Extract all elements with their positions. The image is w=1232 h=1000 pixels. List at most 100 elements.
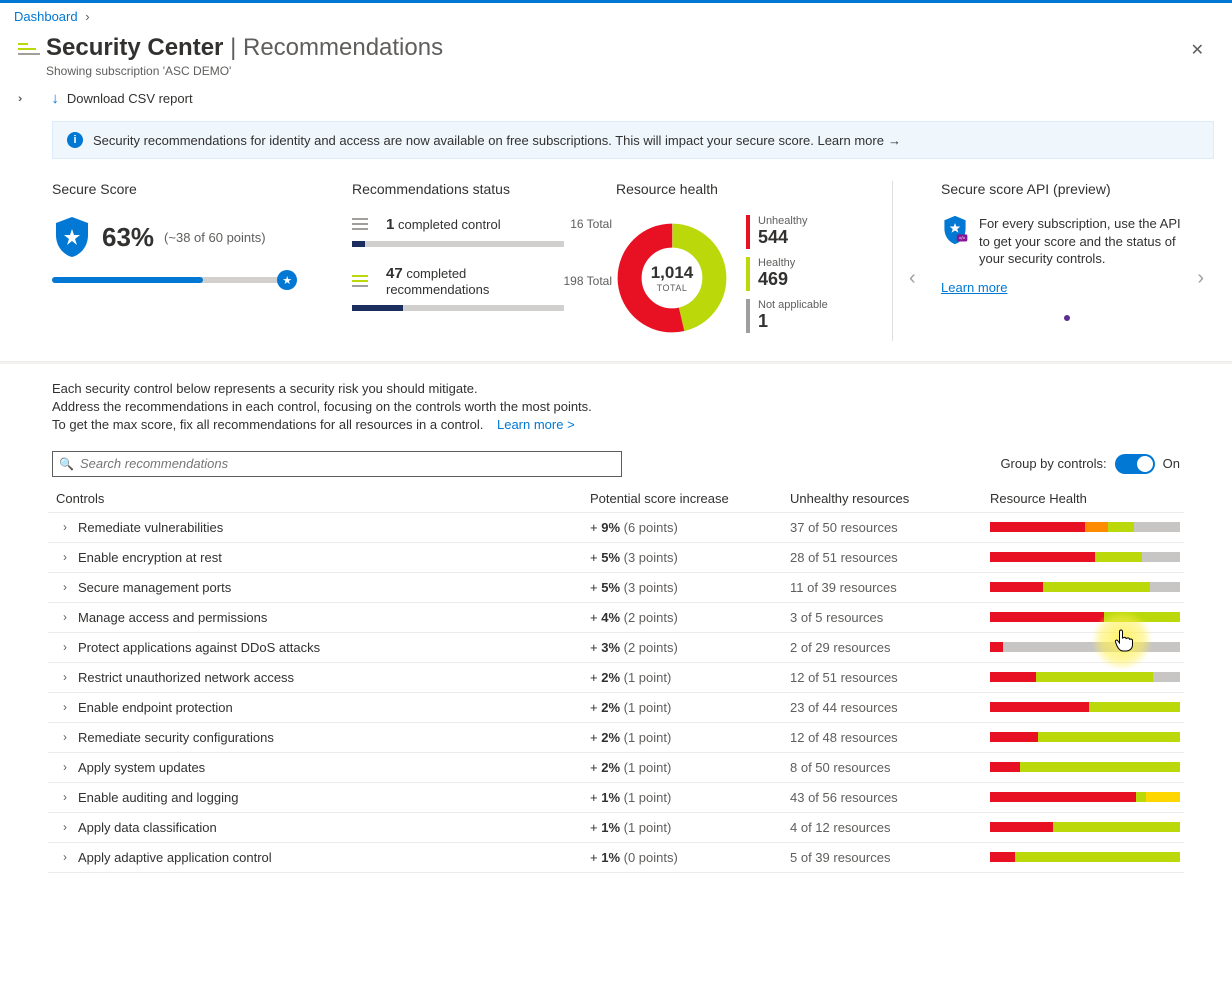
carousel-next-icon[interactable]: ›: [1197, 267, 1204, 290]
control-name: Secure management ports: [78, 580, 590, 595]
info-banner: i Security recommendations for identity …: [52, 121, 1214, 159]
unhealthy-resources: 12 of 48 resources: [790, 730, 990, 745]
group-toggle[interactable]: [1115, 454, 1155, 474]
chevron-right-icon[interactable]: ›: [52, 670, 78, 684]
chevron-right-icon[interactable]: ›: [52, 640, 78, 654]
breadcrumb: Dashboard ›: [0, 3, 1232, 28]
table-row[interactable]: ›Remediate vulnerabilities+ 9% (6 points…: [48, 513, 1184, 543]
info-icon: i: [67, 132, 83, 148]
table-row[interactable]: ›Apply adaptive application control+ 1% …: [48, 843, 1184, 873]
potential-score-increase: + 2% (1 point): [590, 670, 790, 685]
healthy-count: 469: [758, 269, 795, 290]
table-row[interactable]: ›Enable auditing and logging+ 1% (1 poin…: [48, 783, 1184, 813]
control-name: Apply data classification: [78, 820, 590, 835]
breadcrumb-dashboard[interactable]: Dashboard: [14, 9, 78, 24]
chevron-right-icon[interactable]: ›: [52, 700, 78, 714]
svg-text:</>: </>: [959, 236, 966, 241]
chevron-right-icon[interactable]: ›: [52, 760, 78, 774]
rec-status-title: Recommendations status: [352, 181, 612, 197]
potential-score-increase: + 3% (2 points): [590, 640, 790, 655]
chevron-right-icon[interactable]: ›: [52, 580, 78, 594]
expand-chevrons-icon[interactable]: ››: [18, 93, 19, 105]
controls-progress-bar: [352, 241, 564, 247]
chevron-right-icon[interactable]: ›: [52, 820, 78, 834]
chevron-right-icon[interactable]: ›: [52, 850, 78, 864]
unhealthy-resources: 8 of 50 resources: [790, 760, 990, 775]
api-learn-more-link[interactable]: Learn more: [941, 280, 1007, 295]
unhealthy-resources: 12 of 51 resources: [790, 670, 990, 685]
col-psi[interactable]: Potential score increase: [590, 491, 790, 506]
chevron-right-icon[interactable]: ›: [52, 610, 78, 624]
table-row[interactable]: ›Remediate security configurations+ 2% (…: [48, 723, 1184, 753]
col-health[interactable]: Resource Health: [990, 491, 1180, 506]
potential-score-increase: + 2% (1 point): [590, 700, 790, 715]
control-name: Remediate vulnerabilities: [78, 520, 590, 535]
chevron-right-icon[interactable]: ›: [52, 790, 78, 804]
health-total-label: TOTAL: [657, 283, 688, 293]
carousel-prev-icon[interactable]: ‹: [909, 267, 916, 290]
recommendations-icon: [18, 40, 46, 58]
arrow-right-icon[interactable]: →: [888, 133, 901, 148]
potential-score-increase: + 5% (3 points): [590, 550, 790, 565]
unhealthy-resources: 3 of 5 resources: [790, 610, 990, 625]
col-unhealthy[interactable]: Unhealthy resources: [790, 491, 990, 506]
potential-score-increase: + 1% (0 points): [590, 850, 790, 865]
health-legend: Unhealthy544 Healthy469 Not applicable1: [746, 215, 828, 341]
secure-score-bar: ★: [52, 277, 292, 283]
unhealthy-resources: 11 of 39 resources: [790, 580, 990, 595]
col-controls[interactable]: Controls: [52, 491, 590, 506]
resource-health-bar: [990, 852, 1180, 862]
table-row[interactable]: ›Enable endpoint protection+ 2% (1 point…: [48, 693, 1184, 723]
recs-total: 198 Total: [564, 274, 613, 288]
table-row[interactable]: ›Secure management ports+ 5% (3 points)1…: [48, 573, 1184, 603]
resource-health-bar: [990, 642, 1180, 652]
control-name: Apply adaptive application control: [78, 850, 590, 865]
resource-health-bar: [990, 612, 1180, 622]
unhealthy-resources: 4 of 12 resources: [790, 820, 990, 835]
potential-score-increase: + 1% (1 point): [590, 790, 790, 805]
unhealthy-resources: 28 of 51 resources: [790, 550, 990, 565]
api-title: Secure score API (preview): [941, 181, 1192, 197]
chevron-right-icon[interactable]: ›: [52, 730, 78, 744]
resource-health-title: Resource health: [616, 181, 892, 197]
table-row[interactable]: ›Apply data classification+ 1% (1 point)…: [48, 813, 1184, 843]
unhealthy-resources: 43 of 56 resources: [790, 790, 990, 805]
control-name: Enable encryption at rest: [78, 550, 590, 565]
table-row[interactable]: ›Protect applications against DDoS attac…: [48, 633, 1184, 663]
carousel-dot-icon: [1064, 315, 1070, 321]
close-icon[interactable]: ✕: [1181, 34, 1214, 66]
shield-icon: [52, 215, 92, 259]
table-row[interactable]: ›Restrict unauthorized network access+ 2…: [48, 663, 1184, 693]
resource-health-bar: [990, 672, 1180, 682]
resource-health-bar: [990, 552, 1180, 562]
secure-score-points: (~38 of 60 points): [164, 230, 266, 245]
unhealthy-resources: 5 of 39 resources: [790, 850, 990, 865]
completed-recs-count: 47: [386, 265, 403, 282]
secure-score-pct: 63%: [102, 222, 154, 253]
search-icon: 🔍: [59, 457, 74, 471]
chevron-right-icon[interactable]: ›: [52, 520, 78, 534]
table-row[interactable]: ›Apply system updates+ 2% (1 point)8 of …: [48, 753, 1184, 783]
table-row[interactable]: ›Manage access and permissions+ 4% (2 po…: [48, 603, 1184, 633]
download-csv-button[interactable]: Download CSV report: [67, 91, 193, 106]
potential-score-increase: + 5% (3 points): [590, 580, 790, 595]
group-by-label: Group by controls:: [1000, 456, 1106, 471]
potential-score-increase: + 2% (1 point): [590, 730, 790, 745]
potential-score-increase: + 1% (1 point): [590, 820, 790, 835]
search-input-wrapper[interactable]: 🔍: [52, 451, 622, 477]
unhealthy-resources: 23 of 44 resources: [790, 700, 990, 715]
resource-health-donut: 1,014 TOTAL: [616, 222, 728, 334]
unhealthy-resources: 2 of 29 resources: [790, 640, 990, 655]
group-toggle-state: On: [1163, 456, 1180, 471]
search-input[interactable]: [80, 456, 615, 471]
resource-health-bar: [990, 792, 1180, 802]
table-row[interactable]: ›Enable encryption at rest+ 5% (3 points…: [48, 543, 1184, 573]
controls-total: 16 Total: [570, 217, 612, 231]
control-name: Remediate security configurations: [78, 730, 590, 745]
chevron-right-icon[interactable]: ›: [52, 550, 78, 564]
secure-score-title: Secure Score: [52, 181, 352, 197]
completed-controls-label: completed control: [398, 217, 501, 232]
page-title: Security Center | Recommendations: [46, 34, 443, 62]
learn-more-link[interactable]: Learn more >: [497, 417, 575, 432]
control-name: Manage access and permissions: [78, 610, 590, 625]
